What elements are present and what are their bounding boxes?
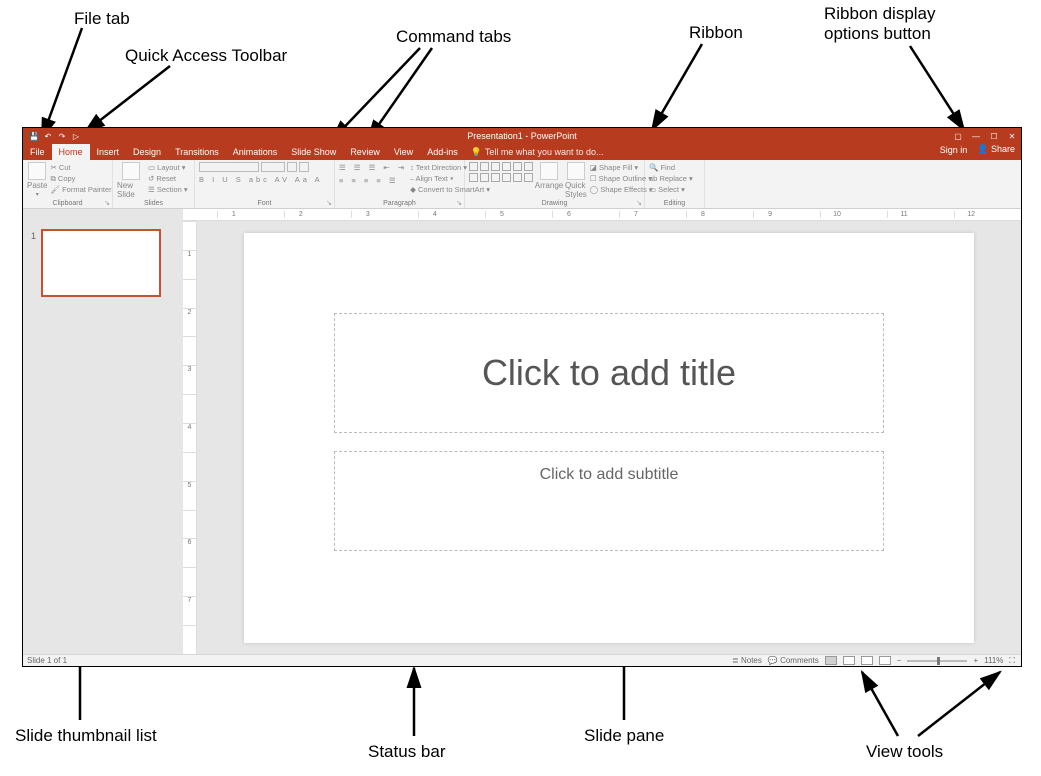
zoom-slider[interactable] (907, 660, 967, 662)
notes-button[interactable]: ≣ Notes (732, 656, 762, 665)
font-style-row[interactable]: B I U S abc AV Aa A (199, 174, 323, 185)
quick-access-toolbar: 💾 ↶ ↷ ▷ (23, 131, 81, 141)
window-title: Presentation1 - PowerPoint (467, 131, 577, 141)
comments-button[interactable]: 💬 Comments (768, 656, 819, 665)
cut-button[interactable]: ✂ Cut (50, 162, 111, 173)
group-font: B I U S abc AV Aa A Font ↘ (195, 160, 335, 208)
shape-effects-button[interactable]: ◯ Shape Effects ▾ (590, 184, 653, 195)
subtitle-placeholder[interactable]: Click to add subtitle (334, 451, 884, 551)
paste-button[interactable]: Paste▾ (27, 162, 47, 198)
zoom-percent[interactable]: 111% (984, 656, 1003, 665)
select-button[interactable]: ▭ Select ▾ (649, 184, 693, 195)
tab-slide-show[interactable]: Slide Show (284, 144, 343, 160)
group-label-editing: Editing (649, 200, 700, 208)
quick-styles-button[interactable]: Quick Styles (565, 162, 587, 199)
minimize-button[interactable]: — (971, 132, 981, 141)
group-paragraph: ☰ ☰ ☰ ⇤ ⇥ ≡ ≡ ≡ ≡ ☰ ↕ Text Direction ▾ ⎯… (335, 160, 465, 208)
list-buttons-row[interactable]: ☰ ☰ ☰ ⇤ ⇥ (339, 162, 407, 173)
close-button[interactable]: ✕ (1007, 132, 1017, 141)
powerpoint-window: 💾 ↶ ↷ ▷ Presentation1 - PowerPoint ▢ — ☐… (22, 127, 1022, 667)
group-editing: 🔍 Find ab Replace ▾ ▭ Select ▾ Editing (645, 160, 705, 208)
redo-icon[interactable]: ↷ (57, 131, 67, 141)
workspace: 1234567 Click to add title Click to add … (23, 221, 1021, 654)
align-buttons-row[interactable]: ≡ ≡ ≡ ≡ ☰ (339, 175, 407, 186)
font-family-select[interactable] (199, 162, 259, 172)
normal-view-button[interactable] (825, 656, 837, 665)
group-label-slides: Slides (117, 200, 190, 208)
group-label-paragraph: Paragraph (339, 200, 460, 208)
slide-thumbnail-panel[interactable] (23, 221, 183, 654)
share-button[interactable]: 👤 Share (977, 144, 1015, 155)
copy-button[interactable]: ⧉ Copy (50, 173, 111, 184)
tabs-row: File Home Insert Design Transitions Anim… (23, 144, 1021, 160)
format-painter-button[interactable]: 🖌 Format Painter (50, 184, 111, 195)
slide[interactable]: Click to add title Click to add subtitle (244, 233, 974, 643)
tab-transitions[interactable]: Transitions (168, 144, 226, 160)
font-size-select[interactable] (261, 162, 285, 172)
sign-in-link[interactable]: Sign in (940, 145, 968, 155)
reading-view-button[interactable] (861, 656, 873, 665)
group-slides: New Slide ▭ Layout ▾ ↺ Reset ☰ Section ▾… (113, 160, 195, 208)
slideshow-view-button[interactable] (879, 656, 891, 665)
dialog-launcher-drawing[interactable]: ↘ (636, 199, 642, 207)
slide-thumbnail-1[interactable] (41, 229, 161, 297)
tab-insert[interactable]: Insert (90, 144, 127, 160)
vertical-ruler[interactable]: 1234567 (183, 221, 197, 654)
new-slide-button[interactable]: New Slide (117, 162, 145, 199)
maximize-button[interactable]: ☐ (989, 132, 999, 141)
save-icon[interactable]: 💾 (29, 131, 39, 141)
tab-design[interactable]: Design (126, 144, 168, 160)
tell-me-search[interactable]: 💡 Tell me what you want to do... (465, 144, 610, 160)
start-slideshow-icon[interactable]: ▷ (71, 131, 81, 141)
dialog-launcher-font[interactable]: ↘ (326, 199, 332, 207)
tab-home[interactable]: Home (52, 144, 90, 160)
increase-font-button[interactable] (287, 162, 297, 172)
undo-icon[interactable]: ↶ (43, 131, 53, 141)
zoom-out-button[interactable]: − (897, 656, 902, 665)
section-button[interactable]: ☰ Section ▾ (148, 184, 188, 195)
shape-outline-button[interactable]: ☐ Shape Outline ▾ (590, 173, 653, 184)
ribbon-display-options-button[interactable]: ▢ (953, 132, 963, 141)
slide-sorter-view-button[interactable] (843, 656, 855, 665)
dialog-launcher-paragraph[interactable]: ↘ (456, 199, 462, 207)
tab-review[interactable]: Review (343, 144, 387, 160)
find-button[interactable]: 🔍 Find (649, 162, 693, 173)
group-clipboard: Paste▾ ✂ Cut ⧉ Copy 🖌 Format Painter Cli… (23, 160, 113, 208)
shape-fill-button[interactable]: ◪ Shape Fill ▾ (590, 162, 653, 173)
group-label-clipboard: Clipboard (27, 200, 108, 208)
title-placeholder[interactable]: Click to add title (334, 313, 884, 433)
decrease-font-button[interactable] (299, 162, 309, 172)
ribbon: Paste▾ ✂ Cut ⧉ Copy 🖌 Format Painter Cli… (23, 160, 1021, 209)
tab-view[interactable]: View (387, 144, 420, 160)
reset-button[interactable]: ↺ Reset (148, 173, 188, 184)
group-label-font: Font (199, 200, 330, 208)
tab-animations[interactable]: Animations (226, 144, 285, 160)
fit-to-window-button[interactable]: ⛶ (1009, 656, 1015, 666)
replace-button[interactable]: ab Replace ▾ (649, 173, 693, 184)
tab-add-ins[interactable]: Add-ins (420, 144, 465, 160)
tab-file[interactable]: File (23, 144, 52, 160)
horizontal-ruler[interactable]: 123456789101112 (183, 209, 1021, 221)
slide-pane[interactable]: Click to add title Click to add subtitle (197, 221, 1021, 654)
title-bar: 💾 ↶ ↷ ▷ Presentation1 - PowerPoint ▢ — ☐… (23, 128, 1021, 144)
status-bar: Slide 1 of 1 ≣ Notes 💬 Comments − + 111%… (23, 654, 1021, 666)
dialog-launcher-clipboard[interactable]: ↘ (104, 199, 110, 207)
group-label-drawing: Drawing (469, 200, 640, 208)
layout-button[interactable]: ▭ Layout ▾ (148, 162, 188, 173)
zoom-in-button[interactable]: + (973, 656, 978, 665)
arrange-button[interactable]: Arrange (536, 162, 562, 190)
slide-counter: Slide 1 of 1 (27, 656, 67, 665)
group-drawing: Arrange Quick Styles ◪ Shape Fill ▾ ☐ Sh… (465, 160, 645, 208)
shapes-gallery[interactable] (469, 162, 533, 182)
